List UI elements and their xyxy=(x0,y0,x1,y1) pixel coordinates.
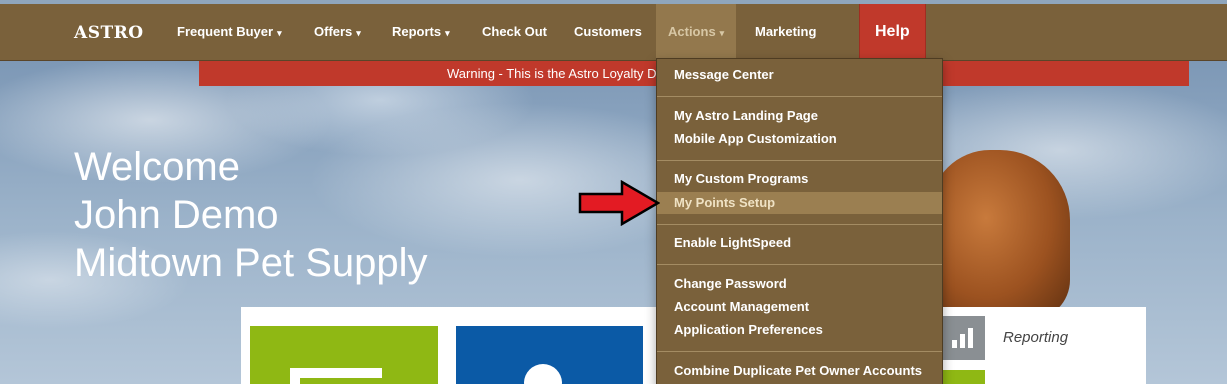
actions-dropdown-menu: Message Center My Astro Landing Page Mob… xyxy=(656,58,943,384)
top-navbar: ASTRO Frequent Buyer ▾ Offers ▾ Reports ▾ C… xyxy=(0,4,1227,61)
menu-item-enable-lightspeed[interactable]: Enable LightSpeed xyxy=(657,232,942,254)
menu-divider xyxy=(657,96,942,97)
welcome-heading: Welcome John Demo Midtown Pet Supply xyxy=(74,143,428,287)
menu-divider xyxy=(657,264,942,265)
menu-divider xyxy=(657,224,942,225)
nav-customers[interactable]: Customers xyxy=(574,4,642,61)
help-button[interactable]: Help xyxy=(859,4,926,61)
brand-logo[interactable]: ASTRO xyxy=(74,23,144,43)
caret-down-icon: ▾ xyxy=(277,28,282,38)
menu-item-change-password[interactable]: Change Password xyxy=(657,273,942,295)
caret-down-icon: ▾ xyxy=(445,28,450,38)
menu-item-custom-programs[interactable]: My Custom Programs xyxy=(657,168,942,190)
menu-item-mobile-app-customization[interactable]: Mobile App Customization xyxy=(657,128,942,150)
menu-item-landing-page[interactable]: My Astro Landing Page xyxy=(657,105,942,127)
user-name: John Demo xyxy=(74,193,279,237)
nav-actions[interactable]: Actions ▾ xyxy=(656,4,737,61)
menu-item-message-center[interactable]: Message Center xyxy=(657,64,942,86)
pointer-arrow-icon xyxy=(578,180,660,226)
store-name: Midtown Pet Supply xyxy=(74,241,428,285)
nav-offers[interactable]: Offers ▾ xyxy=(314,4,361,61)
welcome-label: Welcome xyxy=(74,145,240,189)
cart-icon xyxy=(290,368,382,384)
menu-divider xyxy=(657,160,942,161)
nav-marketing[interactable]: Marketing xyxy=(755,4,816,61)
menu-item-account-management[interactable]: Account Management xyxy=(657,296,942,318)
nav-check-out[interactable]: Check Out xyxy=(482,4,547,61)
caret-down-icon: ▾ xyxy=(719,28,725,38)
nav-frequent-buyer[interactable]: Frequent Buyer ▾ xyxy=(177,4,282,61)
reporting-label[interactable]: Reporting xyxy=(1003,329,1068,346)
secondary-tile[interactable] xyxy=(941,370,985,384)
bar-chart-icon xyxy=(952,326,974,348)
menu-divider xyxy=(657,351,942,352)
menu-item-application-preferences[interactable]: Application Preferences xyxy=(657,319,942,341)
caret-down-icon: ▾ xyxy=(356,28,361,38)
menu-item-combine-duplicate-accounts[interactable]: Combine Duplicate Pet Owner Accounts xyxy=(657,360,942,382)
nav-reports[interactable]: Reports ▾ xyxy=(392,4,450,61)
menu-item-points-setup[interactable]: My Points Setup xyxy=(657,192,942,214)
dog-image xyxy=(930,150,1070,320)
